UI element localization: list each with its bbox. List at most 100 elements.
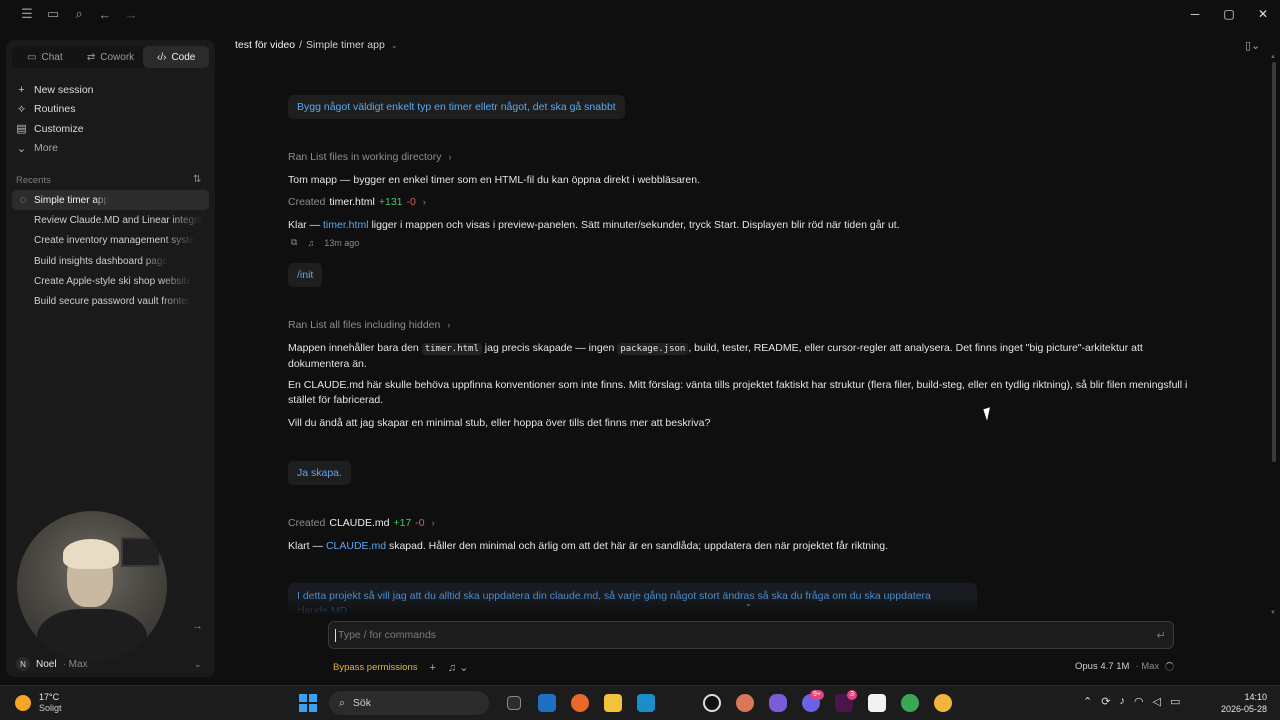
chevron-down-icon: ⌄ [390, 40, 398, 50]
windows-start-icon[interactable] [297, 692, 319, 714]
scrollbar-thumb[interactable] [1272, 62, 1276, 462]
new-session-button[interactable]: + New session [16, 80, 93, 100]
microphone-icon[interactable]: ♪ [1119, 695, 1125, 708]
firefox-icon[interactable] [563, 690, 596, 716]
panel-toggle-icon[interactable]: ▯⌄ [1245, 39, 1260, 52]
maximize-button[interactable]: ▢ [1212, 0, 1246, 28]
recent-session[interactable]: Review Claude.MD and Linear integra [12, 210, 209, 230]
volume-icon[interactable]: ◁ [1153, 695, 1161, 708]
text-span: Klart — [288, 540, 324, 552]
recent-session[interactable]: Simple timer app [12, 190, 209, 211]
close-button[interactable]: ✕ [1246, 0, 1280, 28]
chevron-up-icon[interactable]: ⌃ [1083, 695, 1092, 708]
bell-icon[interactable]: ♫ [307, 238, 314, 248]
clock[interactable]: 14:10 2026-05-28 [1219, 691, 1267, 715]
recent-session[interactable]: Create inventory management syste [12, 231, 209, 251]
webcam-person-hair [63, 539, 119, 569]
taskbar-search[interactable]: ⌕ Sök [329, 691, 489, 715]
weather-widget[interactable]: 17°C Soligt [15, 692, 62, 714]
slack-icon[interactable]: 3 [827, 690, 860, 716]
forward-arrow-icon[interactable]: → [118, 4, 144, 24]
chevron-down-icon: ⌄ [16, 142, 27, 155]
scroll-down-chevron-icon[interactable]: ⌄ [745, 599, 752, 608]
tab-code[interactable]: ‹/› Code [143, 46, 210, 68]
messenger-icon[interactable]: 9+ [794, 690, 827, 716]
enter-icon[interactable]: ↵ [1149, 629, 1173, 642]
sidebar-toggle-icon[interactable]: ▭ [40, 4, 66, 24]
message-meta: ⧉ ♫ 13m ago [291, 237, 359, 248]
nav-label: Routines [34, 103, 76, 116]
text-span: Klar — [288, 219, 321, 231]
weather-text: 17°C Soligt [39, 692, 62, 714]
bell-icon[interactable]: ♫ ⌄ [448, 661, 469, 674]
recent-session[interactable]: Build insights dashboard page [12, 251, 209, 271]
inline-code: timer.html [421, 343, 482, 355]
temperature: 17°C [39, 692, 60, 702]
scroll-up-arrow-icon[interactable]: ▲ [1270, 54, 1276, 60]
breadcrumb[interactable]: test för video / Simple timer app ⌄ [235, 39, 398, 51]
battery-icon[interactable]: ▭ [1170, 695, 1180, 708]
sync-icon[interactable]: ⟳ [1101, 695, 1110, 708]
notion-icon[interactable] [860, 690, 893, 716]
sidebar-item-routines[interactable]: ⟡ Routines [16, 100, 94, 120]
chrome-icon[interactable] [893, 690, 926, 716]
search-icon[interactable]: ⌕ [66, 4, 92, 24]
add-icon[interactable]: + [429, 662, 435, 674]
spacer-app-icon [662, 690, 695, 716]
bypass-permissions-button[interactable]: Bypass permissions [333, 662, 417, 673]
tab-cowork[interactable]: ⇄ Cowork [78, 46, 144, 68]
text-span: ligger i mappen och visas i preview-pane… [371, 219, 900, 231]
file-link[interactable]: timer.html [323, 219, 369, 231]
sidebar-item-more[interactable]: ⌄ More [16, 139, 94, 159]
session-name: Simple timer app [306, 39, 385, 51]
prompt-input[interactable] [338, 629, 1149, 641]
filter-icon[interactable]: ⇅ [193, 174, 201, 185]
file-created-row[interactable]: Created timer.html +131 -0 › [288, 196, 426, 208]
weather-condition: Soligt [39, 703, 62, 713]
wifi-icon[interactable]: ◠ [1134, 695, 1144, 708]
microsoft-store-icon[interactable] [530, 690, 563, 716]
chevron-right-icon: › [447, 320, 451, 330]
assistant-text: Klart — CLAUDE.md skapad. Håller den min… [288, 539, 1193, 554]
obsidian-icon[interactable] [761, 690, 794, 716]
sidebar-item-customize[interactable]: ▤ Customize [16, 119, 94, 139]
user-message: Bygg något väldigt enkelt typ en timer e… [288, 95, 625, 119]
file-name: CLAUDE.md [329, 517, 390, 529]
lines-added: +17 [393, 517, 412, 529]
code-editor-icon[interactable] [629, 690, 662, 716]
created-label: Created [288, 517, 326, 529]
task-view-icon[interactable] [497, 690, 530, 716]
model-selector[interactable]: Opus 4.7 1M · Max [1075, 661, 1175, 672]
tab-chat[interactable]: ▭ Chat [12, 46, 78, 68]
copy-icon[interactable]: ⧉ [291, 237, 297, 248]
tool-call-row[interactable]: Ran List files in working directory › [288, 151, 451, 163]
customize-icon: ▤ [16, 123, 27, 136]
file-created-row[interactable]: Created CLAUDE.md +17 -0 › [288, 517, 435, 529]
inline-code: package.json [617, 343, 689, 355]
assistant-text: Vill du ändå att jag skapar en minimal s… [288, 417, 711, 429]
composer-options: Bypass permissions + ♫ ⌄ [333, 661, 469, 675]
loading-spinner-icon [1165, 662, 1175, 671]
queued-message[interactable]: I detta projekt så vill jag att du allti… [288, 583, 977, 615]
menu-icon[interactable]: ☰ [14, 4, 40, 24]
file-name: timer.html [329, 196, 375, 208]
chat-bubble-icon: ▭ [27, 51, 37, 63]
claude-icon[interactable] [728, 690, 761, 716]
back-arrow-icon[interactable]: ← [92, 4, 118, 24]
file-explorer-icon[interactable] [596, 690, 629, 716]
circle-app-icon[interactable] [695, 690, 728, 716]
send-arrow-icon[interactable]: → [192, 620, 203, 632]
scroll-down-arrow-icon[interactable]: ▼ [1270, 610, 1276, 616]
recent-title: Create Apple-style ski shop website [34, 275, 192, 287]
chrome-profile-icon[interactable] [926, 690, 959, 716]
windows-taskbar: 17°C Soligt ⌕ Sök 9+ 3 ⌃ ⟳ ♪ ◠ ◁ ▭ 14:10… [0, 685, 1280, 720]
tool-call-row[interactable]: Ran List all files including hidden › [288, 319, 450, 331]
file-link[interactable]: CLAUDE.md [326, 540, 386, 552]
user-message: /init [288, 263, 323, 287]
minimize-button[interactable]: ─ [1178, 0, 1212, 28]
tool-call-label: Ran List all files including hidden [288, 319, 441, 331]
chevron-down-icon[interactable]: ⌄ [194, 659, 202, 670]
recent-session[interactable]: Build secure password vault fronten [12, 291, 209, 311]
title-bar: ☰ ▭ ⌕ ← → ─ ▢ ✕ [0, 0, 1280, 28]
recent-session[interactable]: Create Apple-style ski shop website [12, 271, 209, 291]
